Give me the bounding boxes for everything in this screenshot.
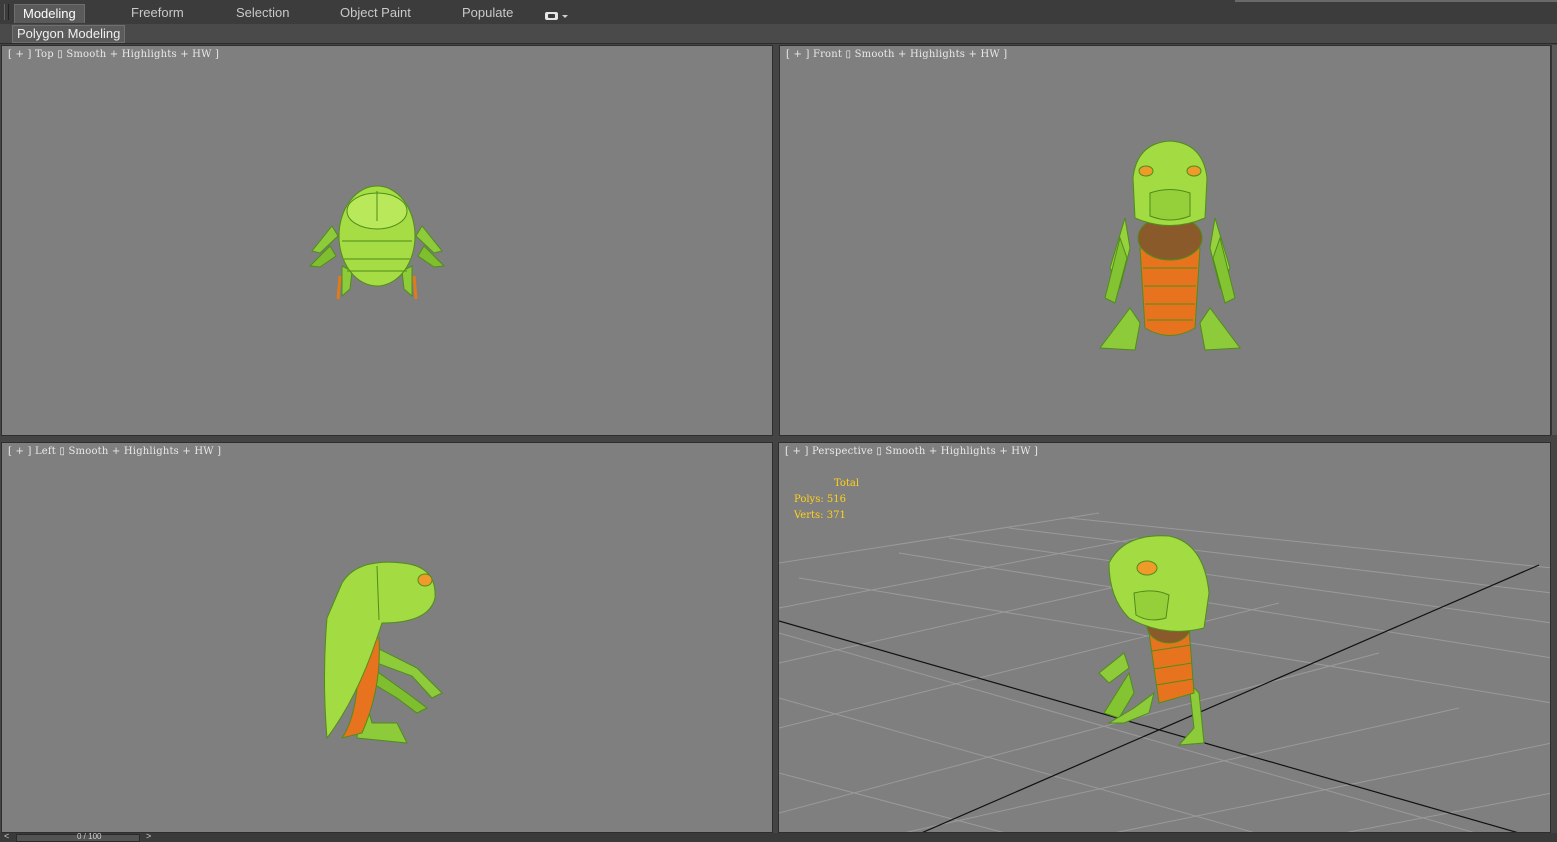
bug-model-front[interactable]: [1095, 138, 1245, 358]
stats-polys-label: Polys:: [794, 494, 824, 505]
viewport-menu-plus[interactable]: [ + ]: [8, 446, 32, 457]
time-slider[interactable]: 0 / 100: [16, 832, 140, 842]
viewport-menu-plus[interactable]: [ + ]: [785, 446, 809, 457]
stats-verts-value: 371: [826, 510, 846, 521]
bug-model-perspective[interactable]: [1094, 533, 1219, 753]
viewport-label: [ + ] Front ▯ Smooth + Highlights + HW ]: [786, 49, 1008, 60]
viewport-perspective[interactable]: [ + ] Perspective ▯ Smooth + Highlights …: [778, 442, 1551, 833]
viewport-point-of-view[interactable]: Front: [813, 49, 842, 60]
ribbon-options-icon-glyph: [545, 12, 568, 20]
viewport-label: [ + ] Perspective ▯ Smooth + Highlights …: [785, 446, 1039, 457]
viewport-point-of-view[interactable]: Perspective: [812, 446, 873, 457]
stats-title: Total: [834, 478, 860, 489]
tab-selection[interactable]: Selection: [236, 4, 289, 22]
tab-populate[interactable]: Populate: [462, 4, 513, 22]
stats-polys: Polys: 516: [794, 492, 846, 508]
viewport-menu-plus[interactable]: [ + ]: [786, 49, 810, 60]
viewport-shading-menu[interactable]: Smooth + Highlights + HW ]: [855, 49, 1008, 60]
viewport-point-of-view[interactable]: Top: [35, 49, 54, 60]
time-slider-frame-text: 0 / 100: [77, 832, 102, 841]
tab-freeform[interactable]: Freeform: [131, 4, 184, 22]
viewport-shading-menu[interactable]: Smooth + Highlights + HW ]: [66, 49, 219, 60]
viewport-point-of-view[interactable]: Left: [35, 446, 56, 457]
viewport-shading-menu[interactable]: Smooth + Highlights + HW ]: [885, 446, 1038, 457]
stats-verts-label: Verts:: [794, 510, 824, 521]
viewport-top[interactable]: [ + ] Top ▯ Smooth + Highlights + HW ]: [1, 45, 773, 436]
stats-verts: Verts: 371: [794, 508, 846, 524]
stats-polys-value: 516: [826, 494, 846, 505]
tab-modeling[interactable]: Modeling: [14, 4, 85, 23]
viewport-shading-menu[interactable]: Smooth + Highlights + HW ]: [69, 446, 222, 457]
title-strip: [1235, 0, 1557, 2]
timeline-prev-button[interactable]: <: [4, 831, 9, 841]
polygon-modeling-panel-button[interactable]: Polygon Modeling: [12, 25, 126, 43]
timeline-next-button[interactable]: >: [146, 831, 151, 841]
side-panel-strip[interactable]: [1551, 45, 1557, 435]
ribbon-grip[interactable]: [4, 4, 9, 20]
bug-model-top[interactable]: [302, 171, 452, 311]
viewport-label: [ + ] Top ▯ Smooth + Highlights + HW ]: [8, 49, 220, 60]
ribbon-tab-bar: Modeling Freeform Selection Object Paint…: [0, 0, 1557, 25]
ribbon-options-icon[interactable]: [544, 7, 570, 20]
viewport-front[interactable]: [ + ] Front ▯ Smooth + Highlights + HW ]: [779, 45, 1551, 436]
timeline-bar: < 0 / 100 >: [0, 831, 1557, 842]
viewport-left[interactable]: [ + ] Left ▯ Smooth + Highlights + HW ]: [1, 442, 773, 833]
viewport-menu-plus[interactable]: [ + ]: [8, 49, 32, 60]
tab-object-paint[interactable]: Object Paint: [340, 4, 411, 22]
ribbon-panel: Polygon Modeling: [0, 24, 1557, 44]
viewport-label: [ + ] Left ▯ Smooth + Highlights + HW ]: [8, 446, 222, 457]
bug-model-left[interactable]: [317, 558, 452, 753]
